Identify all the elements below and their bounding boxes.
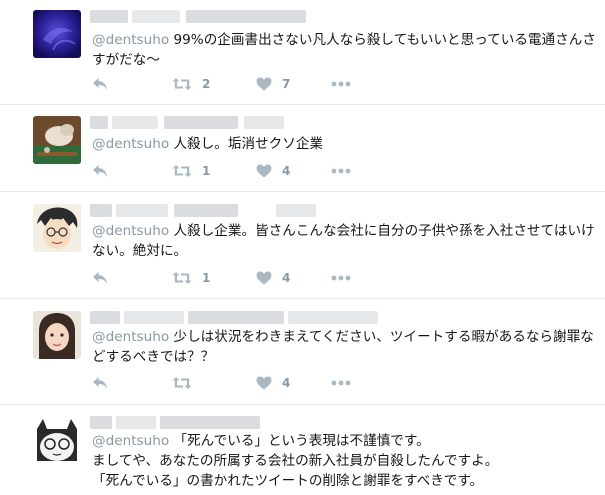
tweet[interactable]: @dentsuho 人殺し企業。皆さんこんな会社に自分の子供や孫を入社させてはい…: [0, 192, 605, 298]
retweet-button[interactable]: 1: [172, 268, 210, 288]
more-icon: [331, 380, 351, 386]
like-button[interactable]: 4: [256, 268, 290, 288]
heart-icon: [256, 77, 272, 91]
tweet-text: @dentsuho 人殺し。垢消せクソ企業: [92, 136, 324, 152]
avatar[interactable]: [33, 116, 81, 164]
reply-button[interactable]: [92, 268, 108, 288]
more-button[interactable]: [331, 268, 351, 288]
more-button[interactable]: [331, 161, 351, 181]
tweet-actions: 1 4: [92, 161, 412, 181]
like-button[interactable]: 7: [256, 74, 290, 94]
user-header[interactable]: [90, 10, 330, 30]
reply-icon: [92, 164, 108, 178]
reply-icon: [92, 271, 108, 285]
like-count: 7: [282, 77, 291, 91]
avatar[interactable]: [33, 10, 81, 58]
more-icon: [331, 81, 351, 87]
like-button[interactable]: 4: [256, 161, 290, 181]
tweet[interactable]: @dentsuho 人殺し。垢消せクソ企業 1 4: [0, 105, 605, 191]
like-button[interactable]: 4: [256, 373, 290, 393]
reply-icon: [92, 376, 108, 390]
retweet-count: 1: [202, 164, 211, 178]
retweet-button[interactable]: 1: [172, 161, 210, 181]
more-icon: [331, 275, 351, 281]
user-header[interactable]: [90, 116, 320, 136]
tweet-actions: 2 7: [92, 74, 412, 94]
reply-button[interactable]: [92, 373, 108, 393]
like-count: 4: [282, 271, 291, 285]
tweet[interactable]: @dentsuho 少しは状況をわきまえてください、ツイートする暇があるなら謝罪…: [0, 299, 605, 404]
like-count: 4: [282, 376, 291, 390]
mention-link[interactable]: @dentsuho: [92, 32, 169, 48]
retweet-icon: [172, 376, 192, 390]
retweet-icon: [172, 271, 192, 285]
avatar[interactable]: [33, 311, 81, 359]
tweet-text: @dentsuho 少しは状況をわきまえてください、ツイートする暇があるなら謝罪…: [92, 329, 594, 365]
tweet-text: @dentsuho 「死んでいる」という表現は不謹慎です。 ましてや、あなたの所…: [92, 433, 499, 489]
reply-button[interactable]: [92, 74, 108, 94]
mention-link[interactable]: @dentsuho: [92, 136, 169, 152]
mention-link[interactable]: @dentsuho: [92, 433, 169, 449]
like-count: 4: [282, 164, 291, 178]
tweet-actions: 4: [92, 373, 412, 393]
reply-button[interactable]: [92, 161, 108, 181]
retweet-button[interactable]: [172, 373, 192, 393]
tweet-text: @dentsuho 99%の企画書出さない凡人なら殺してもいいと思っている電通さ…: [92, 32, 596, 68]
more-button[interactable]: [331, 74, 351, 94]
heart-icon: [256, 271, 272, 285]
avatar[interactable]: [33, 417, 81, 465]
tweet-actions: 1 4: [92, 268, 412, 288]
mention-link[interactable]: @dentsuho: [92, 329, 169, 345]
retweet-button[interactable]: 2: [172, 74, 210, 94]
retweet-icon: [172, 164, 192, 178]
retweet-count: 1: [202, 271, 211, 285]
reply-icon: [92, 77, 108, 91]
tweet[interactable]: @dentsuho 99%の企画書出さない凡人なら殺してもいいと思っている電通さ…: [0, 0, 605, 104]
more-icon: [331, 168, 351, 174]
heart-icon: [256, 164, 272, 178]
retweet-icon: [172, 77, 192, 91]
avatar[interactable]: [33, 204, 81, 252]
more-button[interactable]: [331, 373, 351, 393]
mention-link[interactable]: @dentsuho: [92, 223, 169, 239]
retweet-count: 2: [202, 77, 211, 91]
heart-icon: [256, 376, 272, 390]
tweet-text: @dentsuho 人殺し企業。皆さんこんな会社に自分の子供や孫を入社させてはい…: [92, 223, 595, 259]
tweet[interactable]: @dentsuho 「死んでいる」という表現は不謹慎です。 ましてや、あなたの所…: [0, 405, 605, 495]
